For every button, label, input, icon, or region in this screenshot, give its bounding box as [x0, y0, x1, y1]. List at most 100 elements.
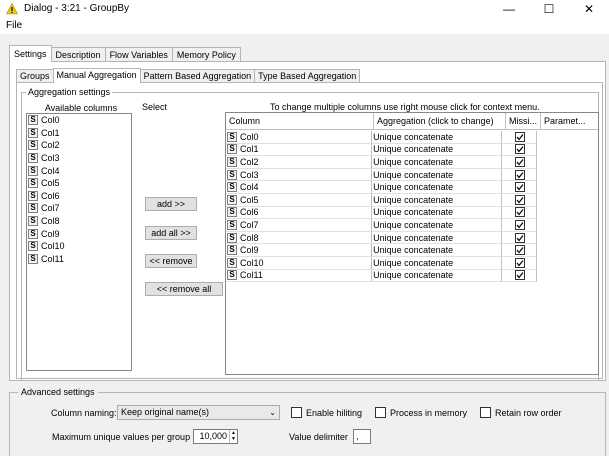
available-columns-list[interactable]: S Col0 S Col1 S Col2 S Col3 S Col4 S Col5 S Col6 S Col7… — [26, 113, 132, 371]
tab-settings[interactable]: Settings — [9, 45, 52, 62]
table-row[interactable]: S Col4 Unique concatenate — [226, 181, 537, 194]
header-missing[interactable]: Missi... — [506, 113, 541, 130]
missing-checkbox[interactable] — [514, 257, 525, 268]
table-row[interactable]: S Col7 Unique concatenate — [226, 219, 537, 232]
cell-aggregation[interactable]: Unique concatenate — [372, 244, 503, 257]
cell-aggregation[interactable]: Unique concatenate — [372, 181, 503, 194]
close-icon[interactable]: ✕ — [569, 0, 609, 17]
tab-memory-policy[interactable]: Memory Policy — [171, 47, 241, 62]
header-aggregation[interactable]: Aggregation (click to change) — [374, 113, 506, 130]
remove-button[interactable]: << remove — [145, 254, 197, 268]
list-item[interactable]: S Col2 — [27, 139, 131, 152]
table-row[interactable]: S Col0 Unique concatenate — [226, 131, 537, 144]
cell-column[interactable]: S Col0 — [226, 131, 373, 144]
remove-all-button[interactable]: << remove all — [145, 282, 223, 296]
tab-manual-aggregation[interactable]: Manual Aggregation — [52, 68, 141, 83]
tab-pattern-based-aggregation[interactable]: Pattern Based Aggregation — [139, 69, 256, 83]
cell-column[interactable]: S Col9 — [226, 244, 373, 257]
list-item[interactable]: S Col11 — [27, 253, 131, 266]
list-item-label: Col2 — [41, 140, 60, 151]
table-row[interactable]: S Col9 Unique concatenate — [226, 244, 537, 257]
cell-aggregation[interactable]: Unique concatenate — [372, 257, 503, 270]
add-all-button[interactable]: add all >> — [145, 226, 197, 240]
table-row[interactable]: S Col5 Unique concatenate — [226, 194, 537, 207]
cell-column[interactable]: S Col11 — [226, 269, 373, 283]
cell-column[interactable]: S Col2 — [226, 156, 373, 169]
missing-checkbox[interactable] — [514, 156, 525, 167]
minimize-icon[interactable]: — — [489, 0, 529, 17]
checkmark-icon — [516, 196, 524, 204]
cell-column[interactable]: S Col7 — [226, 219, 373, 232]
cell-column[interactable]: S Col10 — [226, 257, 373, 270]
string-type-icon: S — [28, 228, 38, 239]
list-item[interactable]: S Col8 — [27, 215, 131, 228]
max-unique-spinner[interactable]: 10,000 ▲ ▼ — [193, 429, 238, 444]
string-type-icon: S — [28, 253, 38, 264]
tab-flow-variables[interactable]: Flow Variables — [104, 47, 173, 62]
table-row[interactable]: S Col3 Unique concatenate — [226, 168, 537, 182]
cell-column[interactable]: S Col1 — [226, 143, 373, 157]
cell-column[interactable]: S Col5 — [226, 194, 373, 207]
missing-checkbox[interactable] — [514, 219, 525, 230]
cell-column[interactable]: S Col4 — [226, 181, 373, 194]
missing-checkbox[interactable] — [514, 144, 525, 155]
tab-groups[interactable]: Groups — [16, 69, 54, 83]
missing-checkbox[interactable] — [514, 194, 525, 205]
missing-checkbox[interactable] — [514, 270, 525, 281]
missing-checkbox[interactable] — [514, 232, 525, 243]
string-type-icon: S — [227, 156, 237, 167]
list-item[interactable]: S Col9 — [27, 227, 131, 240]
retain-row-order-checkbox[interactable] — [480, 407, 491, 418]
tab-type-based-aggregation[interactable]: Type Based Aggregation — [254, 69, 361, 83]
cell-column-label: Col7 — [240, 219, 259, 230]
header-column[interactable]: Column — [226, 113, 374, 130]
aggregation-settings-group: Aggregation settings Available columns S… — [21, 87, 599, 380]
missing-checkbox[interactable] — [514, 245, 525, 256]
cell-aggregation[interactable]: Unique concatenate — [372, 269, 503, 283]
maximize-icon[interactable]: ☐ — [529, 0, 569, 17]
table-row[interactable]: S Col6 Unique concatenate — [226, 206, 537, 220]
cell-aggregation[interactable]: Unique concatenate — [372, 206, 503, 220]
column-naming-dropdown[interactable]: Keep original name(s) ⌄ — [117, 405, 280, 420]
list-item[interactable]: S Col5 — [27, 177, 131, 190]
table-row[interactable]: S Col8 Unique concatenate — [226, 231, 537, 245]
aggregation-table: Column Aggregation (click to change) Mis… — [225, 112, 599, 375]
header-parameter[interactable]: Paramet... — [541, 113, 598, 130]
list-item[interactable]: S Col10 — [27, 240, 131, 253]
list-item-label: Col3 — [41, 153, 60, 164]
cell-aggregation[interactable]: Unique concatenate — [372, 131, 503, 144]
missing-checkbox[interactable] — [514, 131, 525, 142]
checkmark-icon — [516, 184, 524, 191]
missing-checkbox[interactable] — [514, 207, 525, 218]
missing-checkbox[interactable] — [514, 182, 525, 193]
cell-column[interactable]: S Col3 — [226, 168, 373, 182]
list-item[interactable]: S Col0 — [27, 114, 131, 127]
list-item[interactable]: S Col1 — [27, 127, 131, 140]
list-item[interactable]: S Col6 — [27, 190, 131, 203]
value-delimiter-input[interactable]: , — [353, 429, 371, 444]
process-in-memory-checkbox[interactable] — [375, 407, 386, 418]
table-row[interactable]: S Col1 Unique concatenate — [226, 143, 537, 157]
table-row[interactable]: S Col11 Unique concatenate — [226, 269, 537, 283]
cell-aggregation[interactable]: Unique concatenate — [372, 156, 503, 169]
cell-aggregation[interactable]: Unique concatenate — [372, 194, 503, 207]
spinner-arrows-icon[interactable]: ▲ ▼ — [229, 430, 237, 443]
cell-aggregation[interactable]: Unique concatenate — [372, 168, 503, 182]
list-item[interactable]: S Col7 — [27, 202, 131, 215]
list-item[interactable]: S Col4 — [27, 164, 131, 177]
enable-hiliting-label: Enable hiliting — [306, 408, 363, 418]
cell-column[interactable]: S Col6 — [226, 206, 373, 220]
enable-hiliting-checkbox[interactable] — [291, 407, 302, 418]
menu-file[interactable]: File — [6, 20, 22, 31]
cell-column[interactable]: S Col8 — [226, 231, 373, 245]
missing-checkbox[interactable] — [514, 169, 525, 180]
add-button[interactable]: add >> — [145, 197, 197, 211]
table-row[interactable]: S Col10 Unique concatenate — [226, 257, 537, 270]
cell-aggregation[interactable]: Unique concatenate — [372, 219, 503, 232]
tab-description[interactable]: Description — [50, 47, 106, 62]
cell-column-label: Col1 — [240, 144, 259, 155]
list-item[interactable]: S Col3 — [27, 152, 131, 165]
cell-aggregation[interactable]: Unique concatenate — [372, 231, 503, 245]
cell-aggregation[interactable]: Unique concatenate — [372, 143, 503, 157]
table-row[interactable]: S Col2 Unique concatenate — [226, 156, 537, 169]
